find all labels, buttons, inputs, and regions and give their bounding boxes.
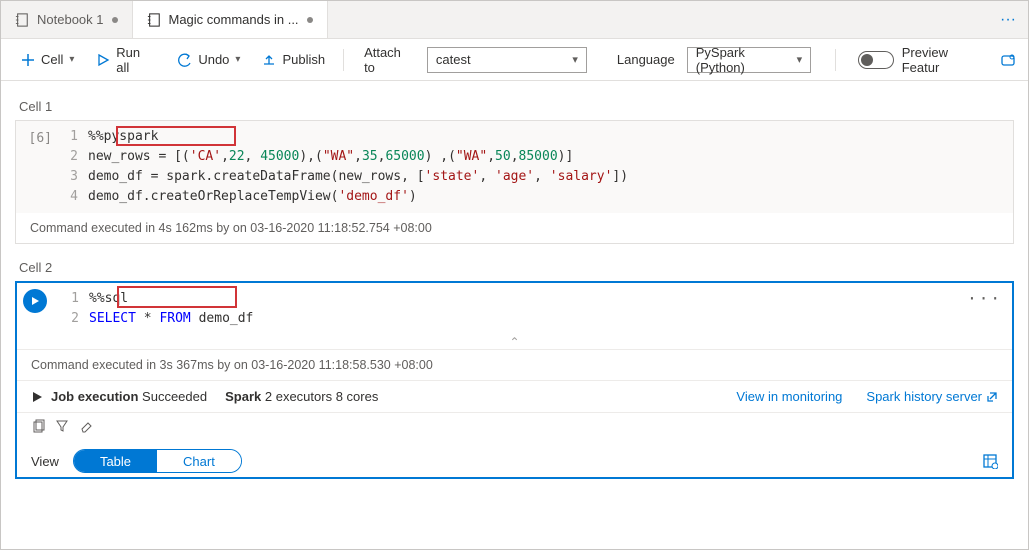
chevron-down-icon: ▾ xyxy=(69,54,74,65)
code-lines: %%sql SELECT * FROM demo_df xyxy=(89,289,1012,329)
cell-1-status: Command executed in 4s 162ms by on 03-16… xyxy=(16,213,1013,243)
cell-button[interactable]: Cell ▾ xyxy=(13,48,82,71)
output-tools xyxy=(17,412,1012,439)
tab-label: Magic commands in ... xyxy=(169,12,299,27)
button-label: Run all xyxy=(116,45,156,75)
publish-icon xyxy=(262,53,276,67)
run-cell-button[interactable] xyxy=(23,289,47,313)
undo-button[interactable]: Undo ▾ xyxy=(170,48,248,71)
cell-1-editor[interactable]: [6] 1234 %%pyspark new_rows = [('CA',22,… xyxy=(16,121,1013,213)
notebook-icon xyxy=(147,13,161,27)
button-label: Undo xyxy=(198,52,229,67)
attach-to-select[interactable]: catest ▾ xyxy=(427,47,587,73)
play-filled-icon[interactable] xyxy=(31,391,43,403)
language-select[interactable]: PySpark (Python) ▾ xyxy=(687,47,811,73)
filter-icon[interactable] xyxy=(55,419,69,433)
cell-1-label: Cell 1 xyxy=(19,99,1014,114)
dirty-indicator-icon xyxy=(112,17,118,23)
play-icon xyxy=(30,296,40,306)
notebook-tabs: Notebook 1 Magic commands in ... ··· xyxy=(1,1,1028,39)
publish-button[interactable]: Publish xyxy=(254,48,333,71)
tab-magic-commands[interactable]: Magic commands in ... xyxy=(133,1,328,38)
spark-detail: 2 executors 8 cores xyxy=(265,389,378,404)
line-gutter: 12 xyxy=(61,289,89,329)
tabs-overflow-button[interactable]: ··· xyxy=(988,11,1028,29)
separator xyxy=(343,49,344,71)
undo-icon xyxy=(178,53,192,67)
select-value: PySpark (Python) xyxy=(696,45,797,75)
eraser-icon[interactable] xyxy=(79,419,93,433)
workspace: Cell 1 [6] 1234 %%pyspark new_rows = [('… xyxy=(1,81,1028,549)
runall-button[interactable]: Run all xyxy=(88,41,164,79)
cell-more-button[interactable]: ··· xyxy=(967,289,1002,308)
separator xyxy=(835,49,836,71)
cell-2-editor[interactable]: ··· 12 %%sql SELECT * FROM demo_df xyxy=(17,283,1012,335)
code-lines: %%pyspark new_rows = [('CA',22, 45000),(… xyxy=(88,127,1013,207)
job-status: Succeeded xyxy=(142,389,207,404)
notebook-icon xyxy=(15,13,29,27)
spark-prefix: Spark xyxy=(225,389,261,404)
copy-icon[interactable] xyxy=(31,419,45,433)
cell-2-status: Command executed in 3s 367ms by on 03-16… xyxy=(17,349,1012,380)
feature-icon xyxy=(1000,52,1016,68)
attach-to-label: Attach to xyxy=(364,45,415,75)
preview-toggle[interactable] xyxy=(858,51,894,69)
spark-history-link[interactable]: Spark history server xyxy=(866,389,998,404)
external-link-icon xyxy=(986,391,998,403)
language-label: Language xyxy=(617,52,675,67)
exec-count: [6] xyxy=(16,127,60,207)
job-prefix: Job execution xyxy=(51,389,138,404)
chevron-down-icon: ▾ xyxy=(797,53,803,66)
view-monitoring-link[interactable]: View in monitoring xyxy=(736,389,842,404)
view-table-button[interactable]: Table xyxy=(74,450,157,472)
table-settings-icon[interactable] xyxy=(982,453,998,469)
button-label: Cell xyxy=(41,52,63,67)
view-row: View Table Chart xyxy=(17,439,1012,477)
toolbar: Cell ▾ Run all Undo ▾ Publish Attach to … xyxy=(1,39,1028,81)
line-gutter: 1234 xyxy=(60,127,88,207)
button-label: Publish xyxy=(282,52,325,67)
dirty-indicator-icon xyxy=(307,17,313,23)
job-row: Job execution Succeeded Spark 2 executor… xyxy=(17,380,1012,412)
view-segmented: Table Chart xyxy=(73,449,242,473)
chevron-down-icon: ▾ xyxy=(235,54,240,65)
cell-2-label: Cell 2 xyxy=(19,260,1014,275)
play-icon xyxy=(96,53,110,67)
preview-label: Preview Featur xyxy=(902,45,988,75)
tab-notebook-1[interactable]: Notebook 1 xyxy=(1,1,133,38)
view-chart-button[interactable]: Chart xyxy=(157,450,241,472)
tab-label: Notebook 1 xyxy=(37,12,104,27)
view-label: View xyxy=(31,454,59,469)
chevron-down-icon: ▾ xyxy=(572,53,578,66)
select-value: catest xyxy=(436,52,471,67)
cell-1: [6] 1234 %%pyspark new_rows = [('CA',22,… xyxy=(15,120,1014,244)
cell-2: ··· 12 %%sql SELECT * FROM demo_df ⌃ Com… xyxy=(15,281,1014,479)
plus-icon xyxy=(21,53,35,67)
collapse-output-button[interactable]: ⌃ xyxy=(17,335,1012,349)
